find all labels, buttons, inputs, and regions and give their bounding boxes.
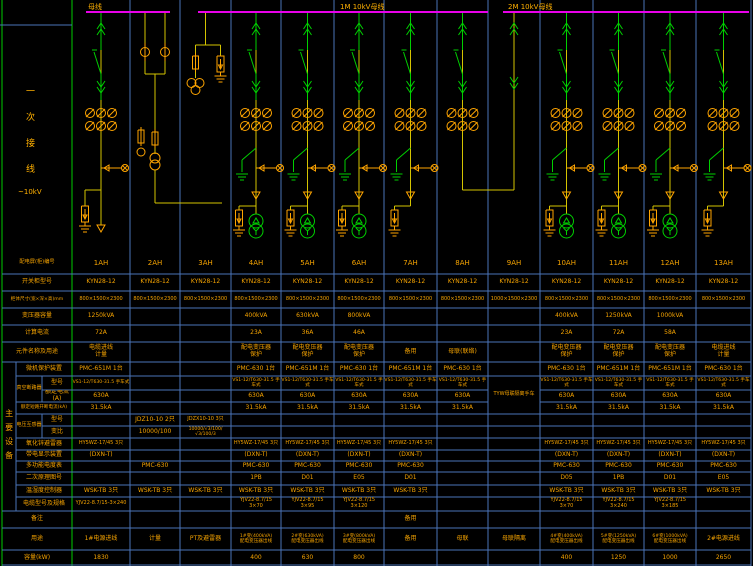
schematic-line [448,122,456,130]
schematic-line [404,52,411,74]
schematic-line [574,122,582,130]
schematic-line [86,122,94,130]
schematic-line [249,52,256,74]
schematic-line [612,52,619,74]
schematic-line [293,109,301,117]
schematic-line [663,52,670,74]
delta-winding-icon [305,218,311,223]
schematic-line [352,52,359,74]
schematic-line [315,109,323,117]
schematic-line [717,52,724,74]
schematic-line [397,148,411,160]
schematic-line [709,109,717,117]
symbol-circle [150,160,160,170]
schematic-line [241,109,249,117]
schematic-line [301,52,308,74]
schematic-line [626,109,634,117]
symbol-circle [137,148,145,156]
schematic-line [263,109,271,117]
schematic-line [241,122,249,130]
schematic-line [731,109,739,117]
side-label-char: 一 [26,84,35,97]
cable-head-icon [97,225,105,232]
schematic-line [345,148,359,160]
delta-winding-icon [356,218,362,223]
bus-label: 母线 [88,2,102,12]
schematic-line [418,109,426,117]
schematic-line [656,148,670,160]
schematic-line [344,109,352,117]
schematic-line [448,109,456,117]
schematic-line [108,109,116,117]
schematic-line [605,148,619,160]
schematic-line [552,109,560,117]
side-label-char: 次 [26,110,35,123]
cad-one-line-diagram-canvas: 母线1M 10kV母线2M 10kV母线一次接线~10kV配电屏(柜)编号1AH… [0,0,753,566]
schematic-line [366,109,374,117]
schematic-line [294,148,308,160]
schematic-line [552,122,560,130]
schematic-line [344,122,352,130]
schematic-line [396,122,404,130]
schematic-line [604,109,612,117]
schematic-line [396,109,404,117]
schematic-line [108,122,116,130]
side-label-char: 线 [26,162,35,175]
schematic-line [86,109,94,117]
schematic-line [315,122,323,130]
schematic-svg [0,0,753,566]
schematic-line [677,122,685,130]
schematic-line [242,148,256,160]
schematic-line [94,52,101,74]
schematic-line [604,122,612,130]
side-voltage-label: ~10kV [18,188,42,196]
schematic-line [709,122,717,130]
delta-winding-icon [564,218,570,223]
schematic-line [470,109,478,117]
schematic-line [470,122,478,130]
schematic-line [418,122,426,130]
schematic-line [731,122,739,130]
schematic-line [456,52,463,74]
schematic-line [293,122,301,130]
schematic-line [366,122,374,130]
schematic-line [710,148,724,160]
schematic-line [560,52,567,74]
schematic-line [574,109,582,117]
side-label-char: 接 [26,136,35,149]
schematic-line [553,148,567,160]
schematic-line [263,122,271,130]
schematic-line [655,109,663,117]
delta-winding-icon [253,218,259,223]
symbol-circle [191,86,200,95]
delta-winding-icon [616,218,622,223]
schematic-line [626,122,634,130]
schematic-line [677,109,685,117]
schematic-line [655,122,663,130]
bus-label: 1M 10kV母线 [340,2,384,12]
delta-winding-icon [667,218,673,223]
bus-label: 2M 10kV母线 [508,2,552,12]
